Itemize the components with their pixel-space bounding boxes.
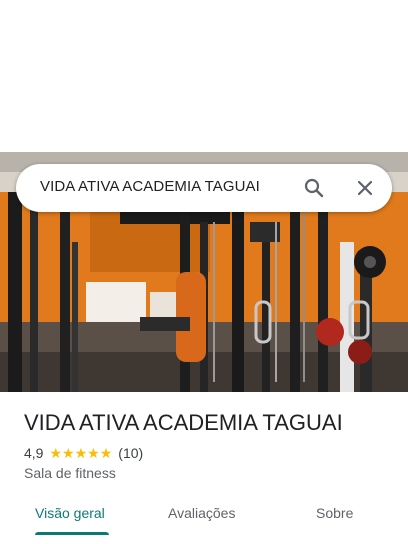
rating-value: 4,9 bbox=[24, 445, 44, 461]
place-category: Sala de fitness bbox=[24, 465, 116, 481]
star-icon: ★ bbox=[62, 445, 75, 461]
tab-overview[interactable]: Visão geral bbox=[35, 505, 105, 521]
star-icon: ★ bbox=[49, 445, 63, 461]
search-icon[interactable] bbox=[302, 176, 326, 200]
tab-reviews[interactable]: Avaliações bbox=[168, 505, 235, 521]
star-rating: ★ ★ ★ ★ ★ bbox=[49, 446, 112, 460]
search-bar[interactable]: VIDA ATIVA ACADEMIA TAGUAI bbox=[16, 164, 392, 212]
map-blank-area bbox=[0, 0, 408, 152]
review-count[interactable]: (10) bbox=[118, 445, 143, 461]
close-icon[interactable] bbox=[353, 176, 377, 200]
star-icon: ★ bbox=[99, 445, 113, 461]
place-title: VIDA ATIVA ACADEMIA TAGUAI bbox=[24, 410, 343, 435]
active-tab-indicator bbox=[35, 532, 109, 535]
search-input[interactable]: VIDA ATIVA ACADEMIA TAGUAI bbox=[40, 178, 260, 195]
place-tabs: Visão geral Avaliações Sobre bbox=[0, 492, 408, 544]
rating-row[interactable]: 4,9 ★ ★ ★ ★ ★ (10) bbox=[24, 444, 143, 462]
tab-about[interactable]: Sobre bbox=[316, 505, 353, 521]
star-icon: ★ bbox=[87, 445, 100, 461]
star-icon: ★ bbox=[74, 445, 88, 461]
